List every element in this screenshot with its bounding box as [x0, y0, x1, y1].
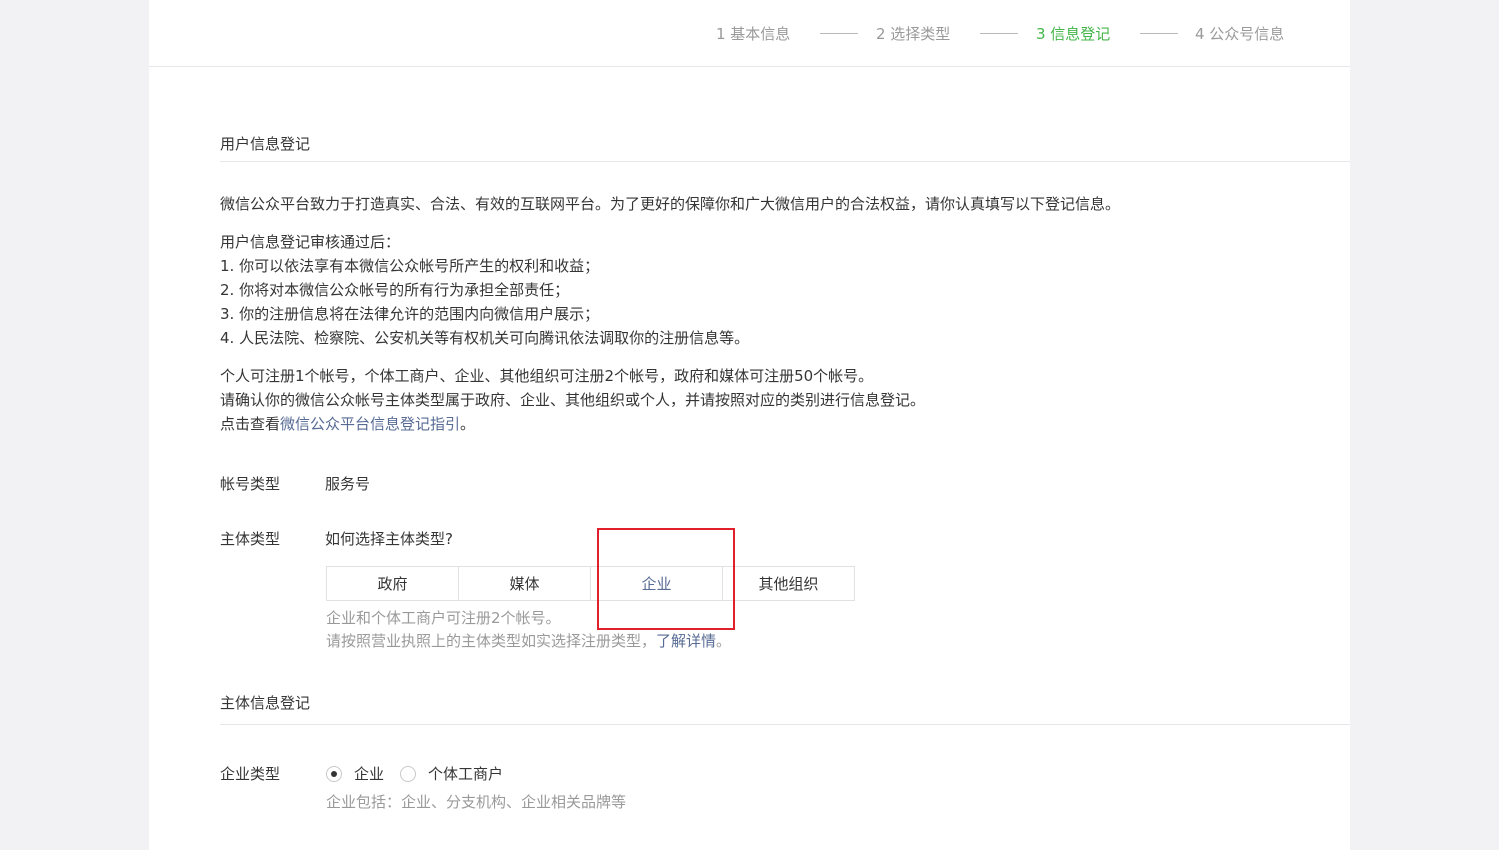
learn-more-link[interactable]: 了解详情 [656, 632, 716, 650]
subject-type-help-link[interactable]: 如何选择主体类型? [325, 528, 453, 549]
guide-link[interactable]: 微信公众平台信息登记指引 [280, 415, 460, 433]
account-type-value: 服务号 [325, 475, 371, 493]
review-item: 3. 你的注册信息将在法律允许的范围内向微信用户展示； [220, 305, 600, 323]
review-item: 2. 你将对本微信公众帐号的所有行为承担全部责任； [220, 281, 570, 299]
confirm-text: 请确认你的微信公众帐号主体类型属于政府、企业、其他组织或个人，并请按照对应的类别… [220, 391, 926, 409]
subject-info-section-title: 主体信息登记 [220, 694, 311, 712]
quota-info: 个人可注册1个帐号，个体工商户、企业、其他组织可注册2个帐号，政府和媒体可注册5… [220, 364, 925, 436]
quota-text: 个人可注册1个帐号，个体工商户、企业、其他组织可注册2个帐号，政府和媒体可注册5… [220, 367, 874, 385]
step-connector [820, 33, 858, 34]
radio-individual-business[interactable]: 个体工商户 [400, 763, 503, 784]
radio-checked-icon[interactable] [326, 765, 342, 782]
subject-type-label: 主体类型 [220, 530, 281, 548]
subject-type-selector: 政府 媒体 企业 其他组织 [326, 566, 855, 601]
enterprise-type-hint: 企业包括：企业、分支机构、企业相关品牌等 [326, 793, 627, 811]
subject-option-media[interactable]: 媒体 [458, 566, 591, 601]
guide-line: 点击查看微信公众平台信息登记指引。 [220, 412, 925, 436]
intro-text: 微信公众平台致力于打造真实、合法、有效的互联网平台。为了更好的保障你和广大微信用… [220, 195, 1121, 213]
enterprise-type-radio-group: 企业 个体工商户 [326, 763, 519, 784]
guide-prefix: 点击查看 [220, 415, 281, 433]
user-info-section-title: 用户信息登记 [220, 135, 311, 153]
subject-option-government[interactable]: 政府 [326, 566, 459, 601]
subject-option-enterprise[interactable]: 企业 [590, 566, 723, 601]
radio-enterprise[interactable]: 企业 [326, 763, 384, 784]
section-divider [220, 161, 1350, 162]
hint-license-suffix: 。 [716, 632, 732, 650]
radio-unchecked-icon[interactable] [400, 765, 417, 782]
step-select-type: 2 选择类型 [876, 25, 951, 43]
subject-option-other-org[interactable]: 其他组织 [722, 566, 855, 601]
radio-individual-business-label: 个体工商户 [428, 765, 504, 783]
review-heading: 用户信息登记审核通过后： [220, 233, 401, 251]
section-divider [220, 724, 1350, 725]
review-terms: 用户信息登记审核通过后： 1. 你可以依法享有本微信公众帐号所产生的权利和收益；… [220, 230, 749, 350]
subject-hint-license: 请按照营业执照上的主体类型如实选择注册类型，了解详情。 [326, 630, 731, 651]
subject-hint-quota: 企业和个体工商户可注册2个帐号。 [326, 609, 561, 627]
step-connector [1140, 33, 1178, 34]
step-basic-info: 1 基本信息 [716, 25, 791, 43]
step-info-registration: 3 信息登记 [1036, 25, 1111, 43]
radio-enterprise-label: 企业 [354, 765, 385, 783]
account-type-label: 帐号类型 [220, 475, 281, 493]
review-item: 1. 你可以依法享有本微信公众帐号所产生的权利和收益； [220, 257, 600, 275]
enterprise-type-label: 企业类型 [220, 765, 281, 783]
registration-panel: 1 基本信息 2 选择类型 3 信息登记 4 公众号信息 用户信息登记 微信公众… [149, 0, 1350, 850]
step-connector [980, 33, 1018, 34]
progress-steps: 1 基本信息 2 选择类型 3 信息登记 4 公众号信息 [149, 0, 1350, 67]
hint-license-text: 请按照营业执照上的主体类型如实选择注册类型， [326, 632, 657, 650]
step-account-info: 4 公众号信息 [1195, 25, 1285, 43]
guide-suffix: 。 [460, 415, 476, 433]
review-item: 4. 人民法院、检察院、公安机关等有权机关可向腾讯依法调取你的注册信息等。 [220, 329, 750, 347]
